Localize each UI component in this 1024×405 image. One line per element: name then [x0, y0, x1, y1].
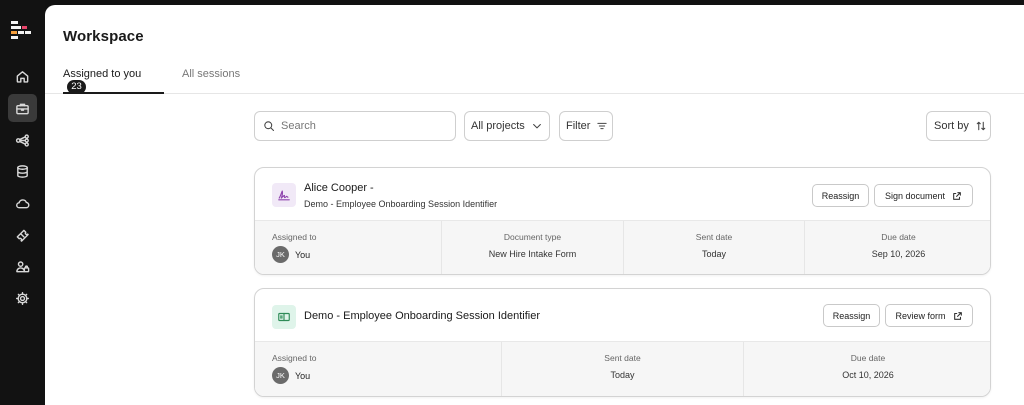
tab-assigned-to-you[interactable]: Assigned to you23 — [63, 68, 164, 94]
column-label: Due date — [881, 232, 916, 242]
projects-dropdown-label: All projects — [471, 120, 525, 132]
signature-icon — [278, 190, 290, 201]
settings-icon — [15, 291, 30, 305]
users-icon — [16, 260, 30, 272]
filter-icon — [597, 122, 608, 130]
page-title: Workspace — [63, 28, 144, 45]
sort-label: Sort by — [934, 120, 969, 132]
app-root: Workspace Assigned to you23 All sessions… — [0, 0, 1024, 405]
column-value: New Hire Intake Form — [488, 249, 577, 259]
sign-document-button[interactable]: Sign document — [874, 184, 973, 207]
tab-label: All sessions — [182, 68, 241, 80]
avatar: JK — [272, 246, 289, 263]
sidebar-item-data[interactable] — [8, 157, 37, 185]
sidebar-item-cloud[interactable] — [8, 189, 37, 217]
assignee-name: You — [295, 370, 311, 381]
due-date-column: Due date Sep 10, 2026 — [804, 221, 990, 274]
tab-bar: Assigned to you23 All sessions — [45, 65, 1024, 94]
database-icon — [17, 164, 28, 178]
assignee-name: You — [295, 249, 311, 260]
assignee: JK You — [272, 246, 310, 263]
column-label: Assigned to — [272, 353, 317, 363]
card-details: Assigned to JK You Document type New Hir… — [255, 220, 990, 274]
card-header: Demo - Employee Onboarding Session Ident… — [255, 289, 990, 343]
sidebar-item-tickets[interactable] — [8, 221, 37, 249]
home-icon — [16, 70, 29, 83]
cloud-icon — [16, 198, 30, 208]
chevron-down-icon — [533, 123, 541, 129]
projects-dropdown[interactable]: All projects — [464, 111, 550, 141]
sent-date-column: Sent date Today — [623, 221, 804, 274]
session-card[interactable]: Alice Cooper - Demo - Employee Onboardin… — [254, 167, 991, 275]
reassign-button[interactable]: Reassign — [812, 184, 869, 207]
search-icon — [264, 121, 275, 132]
search-box[interactable] — [254, 111, 456, 141]
filter-button[interactable]: Filter — [559, 111, 613, 141]
reassign-button[interactable]: Reassign — [823, 304, 880, 327]
assignee: JK You — [272, 367, 310, 384]
ticket-icon — [16, 229, 29, 242]
filter-label: Filter — [566, 120, 591, 132]
column-value: Oct 10, 2026 — [842, 370, 894, 380]
document-type-column: Document type New Hire Intake Form — [441, 221, 623, 274]
card-title: Demo - Employee Onboarding Session Ident… — [304, 310, 541, 322]
sign-document-label: Sign document — [884, 190, 946, 201]
card-header: Alice Cooper - Demo - Employee Onboardin… — [255, 168, 990, 222]
assigned-to-column: Assigned to JK You — [255, 221, 441, 274]
column-label: Sent date — [695, 232, 733, 242]
due-date-column: Due date Oct 10, 2026 — [743, 342, 990, 396]
card-title: Alice Cooper - — [304, 182, 374, 194]
card-subtitle: Demo - Employee Onboarding Session Ident… — [304, 199, 498, 209]
avatar: JK — [272, 367, 289, 384]
app-logo[interactable] — [11, 21, 33, 41]
briefcase-icon — [16, 103, 29, 114]
tab-label: Assigned to you — [63, 68, 142, 80]
sidebar-item-settings[interactable] — [8, 284, 37, 312]
search-input[interactable] — [281, 120, 441, 132]
assigned-to-column: Assigned to JK You — [255, 342, 501, 396]
column-value: Sep 10, 2026 — [871, 249, 926, 259]
card-icon — [272, 183, 296, 207]
external-link-icon — [953, 311, 962, 320]
sort-icon — [976, 121, 986, 131]
column-value: Today — [701, 249, 727, 259]
review-form-label: Review form — [895, 310, 946, 321]
sidebar-item-users[interactable] — [8, 252, 37, 280]
workflow-icon — [15, 133, 29, 147]
form-icon — [278, 312, 290, 322]
column-value: Today — [610, 370, 635, 380]
column-label: Assigned to — [272, 232, 317, 242]
session-card[interactable]: Demo - Employee Onboarding Session Ident… — [254, 288, 991, 397]
column-label: Due date — [850, 353, 886, 363]
sidebar-item-workflows[interactable] — [8, 126, 37, 154]
count-badge: 23 — [67, 80, 86, 94]
sidebar-item-workspace[interactable] — [8, 94, 37, 122]
sidebar — [0, 0, 45, 405]
sort-button[interactable]: Sort by — [926, 111, 991, 141]
card-details: Assigned to JK You Sent date Today Due d… — [255, 341, 990, 396]
column-label: Document type — [503, 232, 562, 242]
reassign-label: Reassign — [821, 190, 860, 201]
reassign-label: Reassign — [832, 310, 871, 321]
card-icon — [272, 305, 296, 329]
column-label: Sent date — [604, 353, 641, 363]
review-form-button[interactable]: Review form — [885, 304, 973, 327]
sent-date-column: Sent date Today — [501, 342, 743, 396]
external-link-icon — [953, 191, 961, 200]
sidebar-item-home[interactable] — [8, 62, 37, 90]
main-panel: Workspace Assigned to you23 All sessions… — [45, 5, 1024, 405]
tab-all-sessions[interactable]: All sessions — [182, 68, 240, 94]
